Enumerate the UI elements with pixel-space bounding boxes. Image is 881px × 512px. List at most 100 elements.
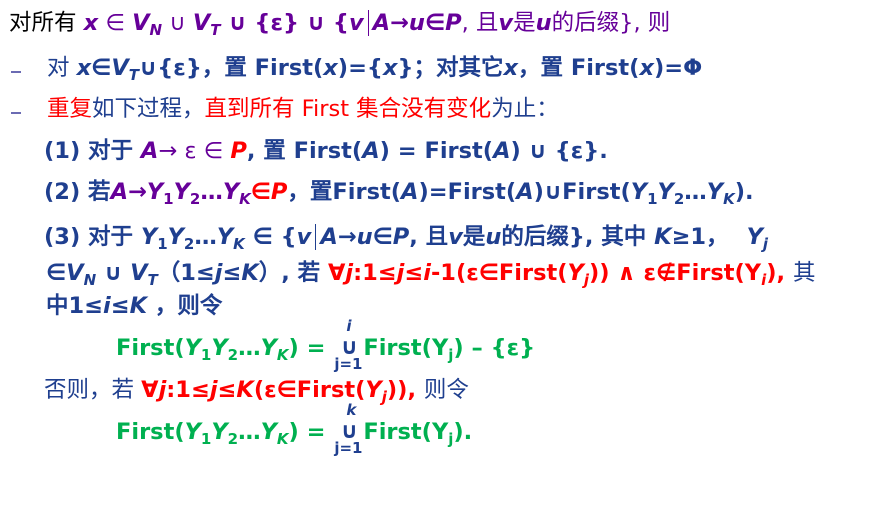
text-segment: ）, 若 xyxy=(258,260,328,286)
math-symbol: Y xyxy=(567,260,584,286)
math-symbol: j xyxy=(345,260,354,286)
math-symbol: … xyxy=(238,419,261,445)
text-segment: )={ xyxy=(337,55,383,81)
text-segment: ，置 First( xyxy=(518,55,640,81)
text-segment: 对 xyxy=(47,55,77,81)
subscript: K xyxy=(276,346,289,364)
text-segment: ). xyxy=(453,419,473,445)
math-symbol: P xyxy=(392,224,410,250)
rule-2: (2) 若A→Y1Y2…YK∈P，置First(A)=First(A)∪Firs… xyxy=(44,181,754,207)
big-union-operator: i ∪ j=1 xyxy=(333,319,363,372)
text-segment: 为止： xyxy=(491,96,559,122)
text-segment: -1(ε∈First( xyxy=(430,260,568,286)
union-lower-bound: j=1 xyxy=(334,439,363,457)
subscript: j xyxy=(762,235,769,253)
text-segment: )), xyxy=(386,377,424,403)
text-segment: (2) 若 xyxy=(44,179,111,205)
text-segment: }；对其它 xyxy=(397,55,504,81)
subscript: 2 xyxy=(673,190,685,208)
subscript: 1 xyxy=(200,346,212,364)
math-symbol: V xyxy=(66,260,84,286)
text-segment: ，则令 xyxy=(147,293,223,319)
math-symbol: Y xyxy=(140,224,158,250)
math-symbol: Y xyxy=(146,179,164,205)
subscript: T xyxy=(128,66,139,84)
math-symbol: … xyxy=(684,179,707,205)
line-otherwise: 否则，若 ∀j:1≤j≤K(ε∈First(Yj)), 则令 xyxy=(44,379,469,405)
text-segment: （1≤ xyxy=(157,260,215,286)
math-symbol: ≤ xyxy=(222,260,242,286)
math-symbol: Y xyxy=(657,179,674,205)
math-symbol: … xyxy=(194,224,217,250)
subscript: 1 xyxy=(200,430,212,448)
math-symbol: ≤ xyxy=(217,377,237,403)
subscript: 2 xyxy=(227,430,239,448)
math-symbol: j xyxy=(209,377,218,403)
text-segment: (3) 对于 xyxy=(44,224,141,250)
text-segment: 其 xyxy=(792,260,816,286)
subscript: 1 xyxy=(157,235,168,253)
math-symbol: P xyxy=(445,10,462,36)
math-symbol: K xyxy=(236,377,254,403)
formula-partial-union: First(Y1Y2…YK) = i ∪ j=1 First(Yj) – {ε} xyxy=(116,319,536,372)
math-symbol: i xyxy=(103,293,111,319)
math-symbol: u xyxy=(408,10,425,36)
math-symbol: u xyxy=(485,224,502,250)
text-segment: ，置First( xyxy=(287,179,402,205)
subscript: K xyxy=(233,235,245,253)
text-segment: (ε∈First( xyxy=(253,377,366,403)
math-symbol: A xyxy=(140,138,159,164)
subscript: K xyxy=(276,430,289,448)
subscript: K xyxy=(723,190,735,208)
set-builder-bar xyxy=(367,10,369,36)
math-symbol: x xyxy=(503,55,519,81)
text-segment: ≥1， xyxy=(671,224,729,250)
text-segment: 是 xyxy=(513,10,536,36)
math-symbol: Y xyxy=(222,179,240,205)
math-symbol: Y xyxy=(211,419,228,445)
math-symbol: Y xyxy=(706,179,724,205)
text-segment: :1≤ xyxy=(353,260,397,286)
text-segment: 直到所有 First 集合没有变化 xyxy=(204,96,492,122)
math-symbol: Y xyxy=(630,179,648,205)
subscript: T xyxy=(210,21,221,39)
math-symbol: K xyxy=(654,224,672,250)
math-symbol: u xyxy=(535,10,552,36)
math-symbol: ∪ xyxy=(162,10,193,36)
subscript: N xyxy=(83,271,97,289)
union-lower-bound: j=1 xyxy=(334,355,363,373)
text-segment: ) – {ε} xyxy=(453,335,536,361)
math-symbol: A xyxy=(493,138,511,164)
math-symbol: u xyxy=(356,224,373,250)
math-symbol: x xyxy=(83,10,99,36)
text-segment: ∪{ε}，置 First( xyxy=(139,55,324,81)
text-segment: )=First( xyxy=(418,179,517,205)
math-symbol: ∀ xyxy=(328,260,346,286)
text-segment: ) = xyxy=(288,335,334,361)
line-bullet-init: 对 x∈VT∪{ε}，置 First(x)={x}；对其它x，置 First(x… xyxy=(47,57,702,83)
subscript: 2 xyxy=(189,190,201,208)
math-symbol: ≤ xyxy=(110,293,130,319)
text-segment: )∪First( xyxy=(533,179,631,205)
text-segment: First( xyxy=(116,419,185,445)
math-symbol: ∪ {ε} ∪ { xyxy=(220,10,349,36)
math-symbol: → xyxy=(127,179,147,205)
text-segment: 是 xyxy=(462,224,486,250)
math-symbol: Y xyxy=(746,224,763,250)
math-symbol: P xyxy=(270,179,288,205)
math-symbol: V xyxy=(132,10,150,36)
big-union-operator: k ∪ j=1 xyxy=(333,403,363,456)
math-symbol: v xyxy=(296,224,312,250)
text-segment: :1≤ xyxy=(166,377,210,403)
line-bullet-repeat: 重复如下过程，直到所有 First 集合没有变化为止： xyxy=(47,98,559,121)
math-symbol: v xyxy=(448,224,463,250)
math-symbol: ∈ xyxy=(250,179,271,205)
text-segment: 的后缀}, 则 xyxy=(551,10,671,36)
math-symbol: P xyxy=(230,138,247,164)
subscript: 1 xyxy=(647,190,658,208)
math-symbol: Y xyxy=(184,335,201,361)
math-symbol: ∈ xyxy=(98,10,133,36)
text-segment: ) = xyxy=(288,419,334,445)
math-symbol: V xyxy=(111,55,129,81)
text-segment: First( xyxy=(116,335,185,361)
